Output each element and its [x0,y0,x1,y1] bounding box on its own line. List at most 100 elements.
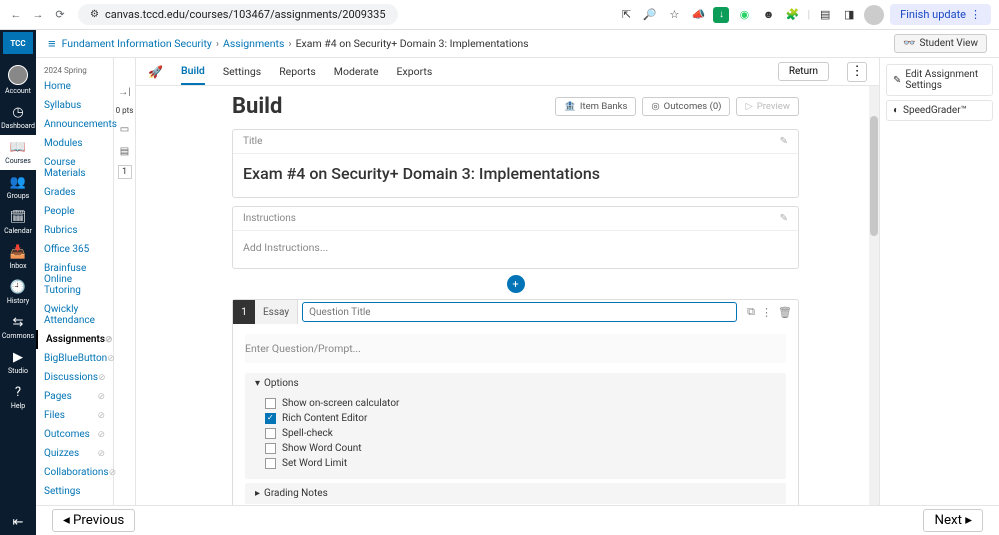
hamburger-icon[interactable]: ≡ [48,36,56,52]
tab-build[interactable]: Build [181,58,205,85]
options-toggle[interactable]: ▾Options [245,373,786,394]
course-nav-item[interactable]: Home [36,77,113,96]
nav-studio[interactable]: ▶Studio [0,345,36,380]
instructions-placeholder[interactable]: Add Instructions... [243,241,788,254]
course-nav-label: Outcomes [44,429,90,440]
course-nav-item[interactable]: Course Materials [36,153,113,183]
global-nav: TCC Account ◷Dashboard 📖Courses 👥Groups … [0,30,36,535]
nav-history[interactable]: 🕘History [0,275,36,310]
course-nav-item[interactable]: People [36,202,113,221]
bank-icon[interactable]: ▤ [117,143,133,159]
build-scroll[interactable]: Build 🏦Item Banks ◎Outcomes (0) ▷Preview… [136,86,879,505]
course-nav-label: Rubrics [44,225,78,236]
pencil-icon: ✎ [893,75,901,86]
reload-icon[interactable]: ⟳ [52,7,68,23]
nav-courses[interactable]: 📖Courses [0,135,36,170]
preview-button[interactable]: ▷Preview [736,97,799,116]
chevron-down-icon: ▾ [255,378,260,389]
star-icon[interactable]: ☆ [665,6,683,24]
edit-instructions-icon[interactable]: ✎ [780,213,788,224]
drag-handle-icon[interactable]: ⋮ [761,306,772,319]
checkbox-icon [265,413,276,424]
ext-announce-icon[interactable]: 📣 [689,6,707,24]
address-bar[interactable]: ⚙ canvas.tccd.edu/courses/103467/assignm… [78,4,398,25]
open-external-icon[interactable]: ⇱ [617,6,635,24]
speedgrader-link[interactable]: ◐SpeedGrader™ [886,100,993,121]
question-number-nav[interactable]: 1 [118,165,132,179]
course-nav-item[interactable]: Brainfuse Online Tutoring [36,259,113,300]
nav-groups[interactable]: 👥Groups [0,170,36,205]
breadcrumb-course[interactable]: Fundament Information Security [62,37,212,50]
question-type-label[interactable]: Essay [255,300,298,324]
scrollbar-track[interactable] [869,86,879,505]
course-nav-item[interactable]: Settings [36,482,113,501]
site-info-icon[interactable]: ⚙ [90,9,99,20]
option-wordlimit[interactable]: Set Word Limit [265,456,766,471]
course-nav-item[interactable]: Office 365 [36,240,113,259]
option-wordcount[interactable]: Show Word Count [265,441,766,456]
course-nav-item[interactable]: Assignments⊘ [36,330,113,349]
tab-reports[interactable]: Reports [279,59,316,84]
nav-inbox[interactable]: 📥Inbox [0,240,36,275]
ext-green-icon[interactable]: ↓ [713,7,729,23]
scrollbar-thumb[interactable] [870,116,878,236]
nav-help[interactable]: ?Help [0,380,36,415]
nav-commons[interactable]: ⇆Commons [0,310,36,345]
tab-moderate[interactable]: Moderate [334,59,379,84]
course-nav-item[interactable]: Files⊘ [36,406,113,425]
tab-settings[interactable]: Settings [223,59,261,84]
profile-avatar[interactable] [864,5,884,25]
option-spellcheck[interactable]: Spell-check [265,426,766,441]
question-prompt-input[interactable]: Enter Question/Prompt... [245,334,786,363]
assignment-title: Exam #4 on Security+ Domain 3: Implement… [243,164,788,183]
course-nav-item[interactable]: Quizzes⊘ [36,444,113,463]
duplicate-icon[interactable]: ⧉ [747,305,755,319]
nav-collapse[interactable]: ⇤ [0,510,36,535]
back-icon[interactable]: ← [8,7,24,23]
course-nav-item[interactable]: Collaborations⊘ [36,463,113,482]
course-nav-item[interactable]: Outcomes⊘ [36,425,113,444]
grading-notes-toggle[interactable]: ▸Grading Notes [245,483,786,504]
collapse-sidebar-icon[interactable]: →| [117,84,133,100]
outcomes-button[interactable]: ◎Outcomes (0) [642,97,730,116]
breadcrumb-section[interactable]: Assignments [223,37,284,50]
more-options-button[interactable]: ⋮ [847,62,867,82]
student-view-button[interactable]: 👓Student View [894,34,987,53]
checkbox-icon [265,398,276,409]
tab-exports[interactable]: Exports [397,59,433,84]
finish-update-button[interactable]: Finish update ⋮ [890,4,991,25]
delete-icon[interactable]: 🗑 [778,306,792,319]
course-nav-item[interactable]: Qwickly Attendance [36,300,113,330]
return-button[interactable]: Return [778,62,829,81]
side-panel-icon[interactable]: ◨ [840,6,858,24]
extensions-icon[interactable]: 🧩 [783,6,801,24]
item-banks-button[interactable]: 🏦Item Banks [555,97,636,116]
forward-icon[interactable]: → [30,7,46,23]
course-nav-item[interactable]: Modules [36,134,113,153]
course-nav-label: Settings [44,486,81,497]
course-nav-item[interactable]: Pages⊘ [36,387,113,406]
edit-title-icon[interactable]: ✎ [780,136,788,147]
nav-calendar[interactable]: 🗓Calendar [0,205,36,240]
edit-assignment-settings-link[interactable]: ✎Edit Assignment Settings [886,64,993,96]
nav-dashboard[interactable]: ◷Dashboard [0,100,36,135]
ext-whatsapp-icon[interactable]: ◉ [735,6,753,24]
course-nav-item[interactable]: Discussions⊘ [36,368,113,387]
course-nav-item[interactable]: BigBlueButton⊘ [36,349,113,368]
option-calculator[interactable]: Show on-screen calculator [265,396,766,411]
institution-logo[interactable]: TCC [3,32,33,54]
reading-list-icon[interactable]: ▤ [816,6,834,24]
next-button[interactable]: Next ▸ [923,509,983,532]
search-icon[interactable]: 🔍 [641,6,659,24]
option-rce[interactable]: Rich Content Editor [265,411,766,426]
course-nav-item[interactable]: Announcements [36,115,113,134]
previous-button[interactable]: ◂ Previous [52,509,135,532]
course-nav-item[interactable]: Syllabus [36,96,113,115]
course-nav-item[interactable]: Grades [36,183,113,202]
add-question-button[interactable]: + [507,275,525,293]
stimulus-icon[interactable]: ▭ [117,121,133,137]
course-nav-item[interactable]: Rubrics [36,221,113,240]
nav-account[interactable]: Account [0,60,36,100]
question-title-input[interactable] [302,302,737,322]
ext-cute-icon[interactable]: ☻ [759,6,777,24]
